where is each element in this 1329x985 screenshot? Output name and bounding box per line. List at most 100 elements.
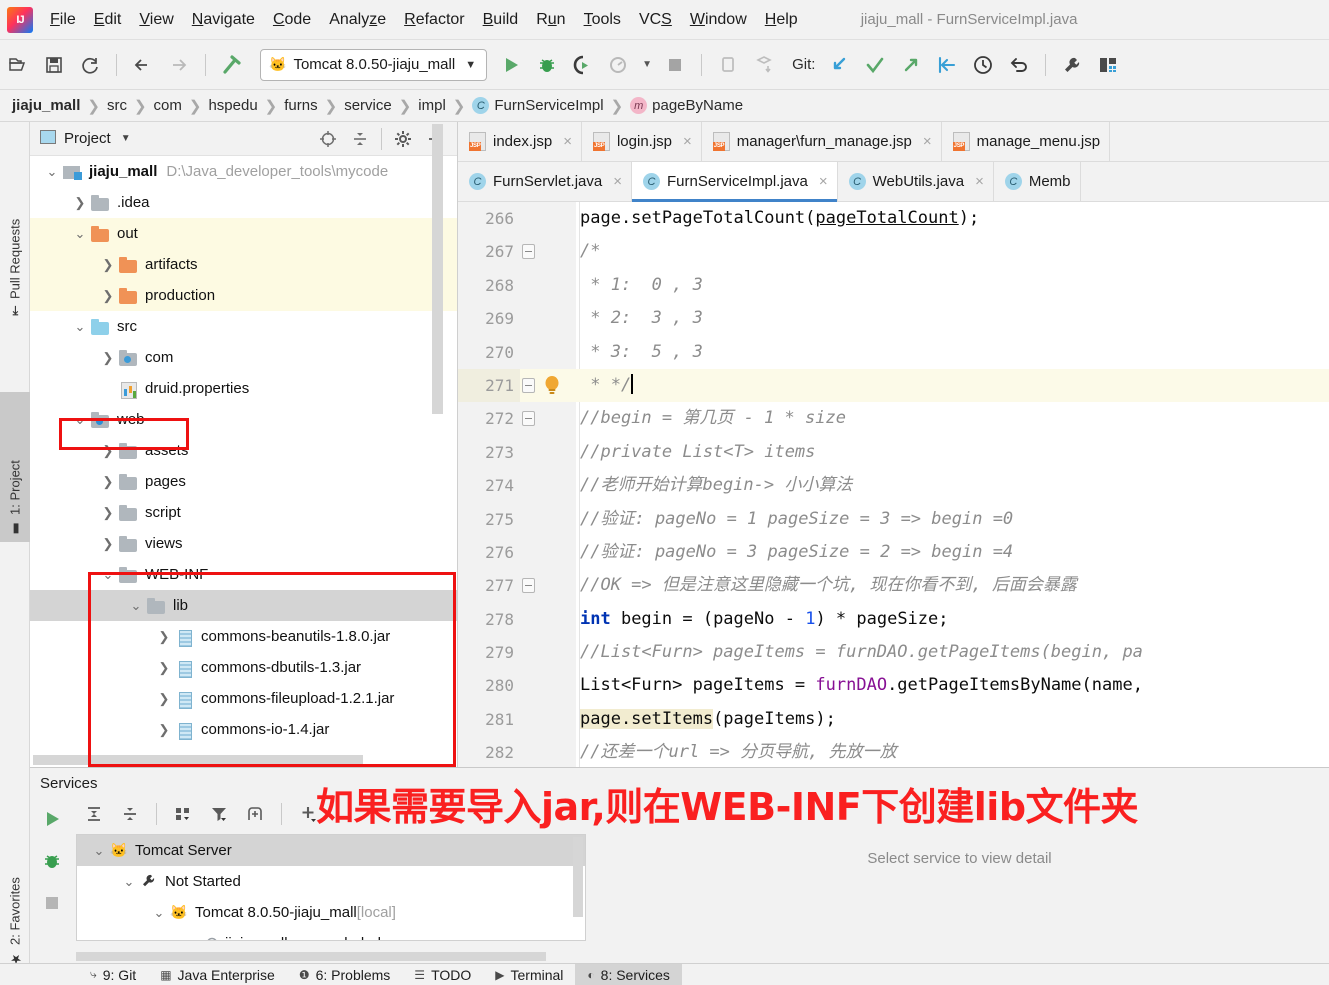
chevron-down-icon[interactable]: ⌄ xyxy=(151,905,167,921)
tree-row[interactable]: ❯ .idea xyxy=(30,187,457,218)
code-line[interactable]: 275 //验证: pageNo = 1 pageSize = 3 => begi… xyxy=(458,502,1329,536)
tree-row[interactable]: ⌄ web xyxy=(30,404,457,435)
collapse-all-icon[interactable] xyxy=(115,799,145,829)
tree-row[interactable]: druid.properties xyxy=(30,373,457,404)
editor-gutter[interactable] xyxy=(520,702,576,737)
chevron-right-icon[interactable]: ❯ xyxy=(100,443,116,459)
services-tree-hscrollbar[interactable] xyxy=(76,952,546,961)
tree-row[interactable]: ❯ production xyxy=(30,280,457,311)
code-fold-icon[interactable] xyxy=(522,578,535,594)
project-tree[interactable]: ⌄ jiaju_mall D:\Java_developer_tools\mycod… xyxy=(30,156,457,767)
history-clock-icon[interactable] xyxy=(968,50,998,80)
breadcrumb-item-furns[interactable]: furns xyxy=(284,97,317,114)
add-tab-icon[interactable] xyxy=(240,799,270,829)
breadcrumb-item-src[interactable]: src xyxy=(107,97,127,114)
menu-item-tools[interactable]: Tools xyxy=(575,8,630,32)
editor-gutter[interactable] xyxy=(520,602,576,637)
tool-window-tab-pull-requests[interactable]: ⇤ Pull Requests xyxy=(0,122,30,322)
editor-gutter[interactable] xyxy=(520,636,576,670)
sync-refresh-icon[interactable] xyxy=(75,50,105,80)
editor-tab-furnservlet-java[interactable]: C FurnServlet.java × xyxy=(458,162,632,201)
tool-window-tab-favorites[interactable]: ★ 2: Favorites xyxy=(0,812,30,972)
menu-item-help[interactable]: Help xyxy=(756,8,807,32)
menu-item-run[interactable]: Run xyxy=(527,8,574,32)
build-hammer-icon[interactable] xyxy=(217,50,247,80)
editor-tab-login-jsp[interactable]: login.jsp × xyxy=(582,122,702,161)
code-line[interactable]: 269 * 2: 3 , 3 xyxy=(458,302,1329,336)
editor-gutter[interactable] xyxy=(520,469,576,503)
services-tree-row[interactable]: ⌄ 🐱 Tomcat 8.0.50-jiaju_mall [local] xyxy=(77,897,585,928)
code-line[interactable]: 276 //验证: pageNo = 3 pageSize = 2 => begi… xyxy=(458,535,1329,570)
code-line[interactable]: 266 page.setPageTotalCount(pageTotalCount… xyxy=(458,202,1329,236)
tree-row[interactable]: ⌄ src xyxy=(30,311,457,342)
code-line[interactable]: 282 //还差一个url => 分页导航, 先放一放 xyxy=(458,736,1329,767)
code-line[interactable]: 270 * 3: 5 , 3 xyxy=(458,335,1329,369)
chevron-down-icon[interactable]: ⌄ xyxy=(72,226,88,242)
push-arrow-icon[interactable] xyxy=(896,50,926,80)
project-structure-icon[interactable] xyxy=(1093,50,1123,80)
rollback-icon[interactable] xyxy=(1004,50,1034,80)
close-icon[interactable]: × xyxy=(975,173,984,190)
close-icon[interactable]: × xyxy=(613,173,622,190)
open-folder-icon[interactable] xyxy=(3,50,33,80)
menu-item-edit[interactable]: Edit xyxy=(85,8,131,32)
tree-row[interactable]: ❯ artifacts xyxy=(30,249,457,280)
chevron-right-icon[interactable]: ❯ xyxy=(156,722,172,738)
editor-gutter[interactable] xyxy=(520,335,576,369)
editor-tab-webutils-java[interactable]: C WebUtils.java × xyxy=(838,162,994,201)
forward-arrow-icon[interactable] xyxy=(164,50,194,80)
code-line[interactable]: 278 int begin = (pageNo - 1) * pageSize; xyxy=(458,602,1329,637)
breadcrumb-item-hspedu[interactable]: hspedu xyxy=(208,97,257,114)
menu-item-vcs[interactable]: VCS xyxy=(630,8,681,32)
editor-gutter[interactable] xyxy=(520,502,576,536)
chevron-right-icon[interactable]: ❯ xyxy=(100,288,116,304)
code-line[interactable]: 273 //private List<T> items xyxy=(458,435,1329,470)
chevron-down-icon[interactable]: ⌄ xyxy=(121,874,137,890)
code-line[interactable]: 268 * 1: 0 , 3 xyxy=(458,268,1329,303)
chevron-right-icon[interactable]: ❯ xyxy=(156,691,172,707)
services-tree-row[interactable]: ? jiaju_mall:war exploded xyxy=(77,928,585,940)
services-tree-row[interactable]: ⌄ 🐱 Tomcat Server xyxy=(77,835,585,866)
status-bar-item-6-problems[interactable]: ❶ 6: Problems xyxy=(287,964,402,985)
status-bar-item-terminal[interactable]: ▶ Terminal xyxy=(483,964,575,985)
menu-item-navigate[interactable]: Navigate xyxy=(183,8,264,32)
wrench-settings-icon[interactable] xyxy=(1057,50,1087,80)
chevron-down-icon[interactable]: ▼ xyxy=(640,50,654,80)
chevron-right-icon[interactable]: ❯ xyxy=(72,195,88,211)
editor-tab-manager-furn-manage-jsp[interactable]: manager\furn_manage.jsp × xyxy=(702,122,942,161)
status-bar-item-todo[interactable]: ☰ TODO xyxy=(402,964,483,985)
tree-row[interactable]: ❯ commons-dbutils-1.3.jar xyxy=(30,652,457,683)
services-tree[interactable]: ⌄ 🐱 Tomcat Server ⌄ Not Started ⌄ 🐱 Tomcat 8.0.… xyxy=(76,834,586,941)
menu-item-view[interactable]: View xyxy=(130,8,182,32)
chevron-right-icon[interactable]: ❯ xyxy=(100,474,116,490)
filter-icon[interactable] xyxy=(204,799,234,829)
chevron-right-icon[interactable]: ❯ xyxy=(100,350,116,366)
editor-gutter[interactable] xyxy=(520,535,576,570)
breadcrumb-item-service[interactable]: service xyxy=(344,97,392,114)
back-arrow-icon[interactable] xyxy=(128,50,158,80)
chevron-down-icon[interactable]: ⌄ xyxy=(128,598,144,614)
intention-bulb-icon[interactable] xyxy=(542,375,562,396)
chevron-down-icon[interactable]: ⌄ xyxy=(72,412,88,428)
chevron-right-icon[interactable]: ❯ xyxy=(156,660,172,676)
code-fold-icon[interactable] xyxy=(522,244,535,260)
chevron-down-icon[interactable]: ⌄ xyxy=(72,319,88,335)
menu-item-file[interactable]: File xyxy=(41,8,85,32)
tree-row[interactable]: ⌄ lib xyxy=(30,590,457,621)
chevron-down-icon[interactable]: ⌄ xyxy=(91,843,107,859)
chevron-down-icon[interactable]: ▼ xyxy=(121,133,131,144)
chevron-right-icon[interactable]: ❯ xyxy=(156,629,172,645)
close-icon[interactable]: × xyxy=(819,173,828,190)
editor-tab-memb[interactable]: C Memb xyxy=(994,162,1081,201)
run-play-icon[interactable] xyxy=(496,50,526,80)
status-bar-item-9-git[interactable]: ⤷ 9: Git xyxy=(78,964,148,985)
breadcrumb-item-pagebyname[interactable]: m pageByName xyxy=(630,97,743,114)
code-editor[interactable]: 266 page.setPageTotalCount(pageTotalCount… xyxy=(458,202,1329,767)
code-line[interactable]: 267 /* xyxy=(458,235,1329,269)
services-tree-scrollbar[interactable] xyxy=(573,837,583,917)
project-tree-scrollbar[interactable] xyxy=(432,124,443,414)
debug-bug-icon[interactable] xyxy=(532,50,562,80)
code-fold-icon[interactable] xyxy=(522,411,535,427)
chevron-down-icon[interactable]: ⌄ xyxy=(44,164,60,180)
tree-row[interactable]: ❯ assets xyxy=(30,435,457,466)
